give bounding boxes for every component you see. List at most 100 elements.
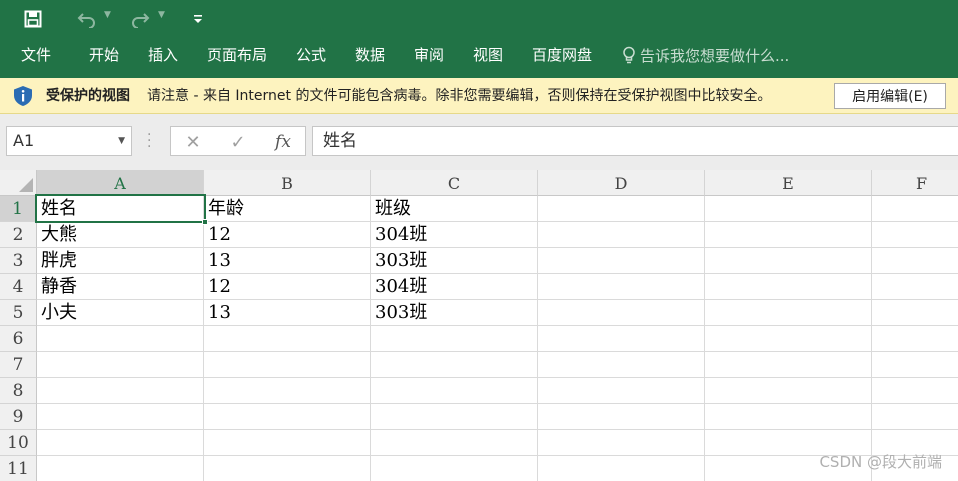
select-all-button[interactable] (0, 170, 37, 196)
tab-page-layout[interactable]: 页面布局 (207, 38, 267, 72)
chevron-down-icon[interactable]: ▼ (118, 127, 125, 155)
cell-d1[interactable] (538, 196, 705, 222)
row-header-5[interactable]: 5 (0, 300, 37, 326)
tab-baidu-netdisk[interactable]: 百度网盘 (532, 38, 592, 72)
customize-qat-icon[interactable] (188, 7, 208, 31)
tab-formulas[interactable]: 公式 (296, 38, 326, 72)
cell-f2[interactable] (872, 222, 958, 248)
cell-b3[interactable]: 13 (204, 248, 371, 274)
cell-b4[interactable]: 12 (204, 274, 371, 300)
cell-b7[interactable] (204, 352, 371, 378)
cell-b10[interactable] (204, 430, 371, 456)
cell-f7[interactable] (872, 352, 958, 378)
cell-c7[interactable] (371, 352, 538, 378)
cell-e3[interactable] (705, 248, 872, 274)
row-header-11[interactable]: 11 (0, 456, 37, 481)
cell-a4[interactable]: 静香 (37, 274, 204, 300)
cancel-icon[interactable]: ✕ (178, 129, 208, 155)
cell-d7[interactable] (538, 352, 705, 378)
enable-editing-button[interactable]: 启用编辑(E) (834, 83, 946, 109)
cell-a7[interactable] (37, 352, 204, 378)
cell-a2[interactable]: 大熊 (37, 222, 204, 248)
column-header-d[interactable]: D (538, 170, 705, 196)
redo-icon[interactable] (127, 7, 153, 31)
row-header-1[interactable]: 1 (0, 196, 37, 222)
cell-c5[interactable]: 303班 (371, 300, 538, 326)
redo-dropdown-icon[interactable]: ▼ (158, 10, 165, 20)
row-header-3[interactable]: 3 (0, 248, 37, 274)
cell-b2[interactable]: 12 (204, 222, 371, 248)
cell-c6[interactable] (371, 326, 538, 352)
column-header-e[interactable]: E (705, 170, 872, 196)
cell-b9[interactable] (204, 404, 371, 430)
cell-b1[interactable]: 年龄 (204, 196, 371, 222)
column-header-c[interactable]: C (371, 170, 538, 196)
cell-d5[interactable] (538, 300, 705, 326)
formula-input[interactable]: 姓名 (312, 126, 958, 156)
cell-b8[interactable] (204, 378, 371, 404)
cell-f5[interactable] (872, 300, 958, 326)
cell-e2[interactable] (705, 222, 872, 248)
cell-e1[interactable] (705, 196, 872, 222)
insert-function-icon[interactable]: fx (268, 129, 298, 155)
tab-insert[interactable]: 插入 (148, 38, 178, 72)
cell-f8[interactable] (872, 378, 958, 404)
cell-b6[interactable] (204, 326, 371, 352)
cell-f4[interactable] (872, 274, 958, 300)
cell-f6[interactable] (872, 326, 958, 352)
tab-review[interactable]: 审阅 (414, 38, 444, 72)
row-header-4[interactable]: 4 (0, 274, 37, 300)
row-header-9[interactable]: 9 (0, 404, 37, 430)
cell-a9[interactable] (37, 404, 204, 430)
cell-e7[interactable] (705, 352, 872, 378)
cell-e5[interactable] (705, 300, 872, 326)
cell-c11[interactable] (371, 456, 538, 481)
cell-a1[interactable]: 姓名 (37, 196, 204, 222)
column-header-a[interactable]: A (37, 170, 204, 196)
cell-e9[interactable] (705, 404, 872, 430)
enter-icon[interactable]: ✓ (223, 129, 253, 155)
tab-file[interactable]: 文件 (21, 38, 51, 72)
cell-c4[interactable]: 304班 (371, 274, 538, 300)
cell-d4[interactable] (538, 274, 705, 300)
tell-me-search[interactable]: 告诉我您想要做什么... (622, 38, 789, 72)
cell-c10[interactable] (371, 430, 538, 456)
cell-a3[interactable]: 胖虎 (37, 248, 204, 274)
save-icon[interactable] (20, 7, 46, 31)
cell-a11[interactable] (37, 456, 204, 481)
column-header-f[interactable]: F (872, 170, 958, 196)
cell-a8[interactable] (37, 378, 204, 404)
cell-e8[interactable] (705, 378, 872, 404)
row-header-2[interactable]: 2 (0, 222, 37, 248)
cell-c9[interactable] (371, 404, 538, 430)
cell-f9[interactable] (872, 404, 958, 430)
cell-a5[interactable]: 小夫 (37, 300, 204, 326)
undo-icon[interactable] (74, 7, 100, 31)
cell-d11[interactable] (538, 456, 705, 481)
cell-e6[interactable] (705, 326, 872, 352)
cell-b5[interactable]: 13 (204, 300, 371, 326)
cell-c1[interactable]: 班级 (371, 196, 538, 222)
cell-d6[interactable] (538, 326, 705, 352)
cell-f3[interactable] (872, 248, 958, 274)
cell-d3[interactable] (538, 248, 705, 274)
cell-e4[interactable] (705, 274, 872, 300)
cell-c2[interactable]: 304班 (371, 222, 538, 248)
name-box[interactable]: A1 ▼ (6, 126, 132, 156)
tab-view[interactable]: 视图 (473, 38, 503, 72)
cell-a6[interactable] (37, 326, 204, 352)
row-header-10[interactable]: 10 (0, 430, 37, 456)
cell-d9[interactable] (538, 404, 705, 430)
cell-d2[interactable] (538, 222, 705, 248)
undo-dropdown-icon[interactable]: ▼ (104, 10, 111, 20)
row-header-7[interactable]: 7 (0, 352, 37, 378)
row-header-8[interactable]: 8 (0, 378, 37, 404)
drag-handle-icon[interactable]: · · · (147, 128, 151, 154)
cell-f1[interactable] (872, 196, 958, 222)
cell-c3[interactable]: 303班 (371, 248, 538, 274)
cell-d8[interactable] (538, 378, 705, 404)
cell-d10[interactable] (538, 430, 705, 456)
column-header-b[interactable]: B (204, 170, 371, 196)
cell-b11[interactable] (204, 456, 371, 481)
cell-c8[interactable] (371, 378, 538, 404)
